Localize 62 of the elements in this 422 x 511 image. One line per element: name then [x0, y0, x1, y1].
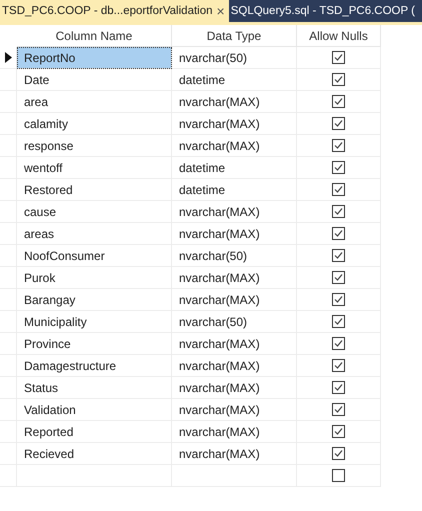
column-name-cell[interactable]: areas	[17, 223, 172, 245]
checkbox[interactable]	[332, 51, 345, 64]
data-type-cell[interactable]: nvarchar(50)	[172, 245, 297, 267]
column-name-cell[interactable]: Date	[17, 69, 172, 91]
column-name-cell[interactable]: Status	[17, 377, 172, 399]
data-type-cell[interactable]: nvarchar(MAX)	[172, 399, 297, 421]
data-type-cell[interactable]: nvarchar(MAX)	[172, 135, 297, 157]
checkbox[interactable]	[332, 73, 345, 86]
data-type-cell[interactable]: nvarchar(MAX)	[172, 201, 297, 223]
column-name-cell[interactable]: Purok	[17, 267, 172, 289]
checkbox[interactable]	[332, 227, 345, 240]
checkbox[interactable]	[332, 161, 345, 174]
column-name-cell[interactable]: NoofConsumer	[17, 245, 172, 267]
data-type-cell[interactable]: nvarchar(50)	[172, 311, 297, 333]
column-name-cell[interactable]: Damagestructure	[17, 355, 172, 377]
data-type-cell[interactable]: nvarchar(MAX)	[172, 223, 297, 245]
checkbox[interactable]	[332, 315, 345, 328]
data-type-cell[interactable]: nvarchar(MAX)	[172, 377, 297, 399]
column-name-cell[interactable]: Reported	[17, 421, 172, 443]
data-type-cell[interactable]: datetime	[172, 69, 297, 91]
document-tab[interactable]: TSD_PC6.COOP - db...eportforValidation ×	[0, 0, 229, 22]
checkbox[interactable]	[332, 447, 345, 460]
data-type-cell[interactable]: nvarchar(MAX)	[172, 421, 297, 443]
column-name-cell[interactable]: wentoff	[17, 157, 172, 179]
checkbox[interactable]	[332, 95, 345, 108]
checkbox[interactable]	[332, 469, 345, 482]
checkbox[interactable]	[332, 359, 345, 372]
data-type-cell[interactable]: nvarchar(50)	[172, 47, 297, 69]
column-name-cell[interactable]: Municipality	[17, 311, 172, 333]
checkbox[interactable]	[332, 205, 345, 218]
data-type-cell[interactable]: datetime	[172, 179, 297, 201]
data-type-cell[interactable]: datetime	[172, 157, 297, 179]
checkbox[interactable]	[332, 403, 345, 416]
data-type-cell[interactable]: nvarchar(MAX)	[172, 91, 297, 113]
column-name-cell[interactable]: Barangay	[17, 289, 172, 311]
column-name-cell[interactable]: Province	[17, 333, 172, 355]
column-header: Allow Nulls	[297, 25, 381, 47]
column-name-cell[interactable]: response	[17, 135, 172, 157]
column-name-cell[interactable]: Recieved	[17, 443, 172, 465]
checkbox[interactable]	[332, 337, 345, 350]
data-type-cell[interactable]: nvarchar(MAX)	[172, 289, 297, 311]
data-type-cell[interactable]: nvarchar(MAX)	[172, 443, 297, 465]
checkbox[interactable]	[332, 117, 345, 130]
column-name-cell[interactable]: Restored	[17, 179, 172, 201]
column-name-cell[interactable]: calamity	[17, 113, 172, 135]
column-name-cell[interactable]: cause	[17, 201, 172, 223]
checkbox[interactable]	[332, 271, 345, 284]
column-name-cell[interactable]: area	[17, 91, 172, 113]
checkbox[interactable]	[332, 183, 345, 196]
checkbox[interactable]	[332, 249, 345, 262]
checkbox[interactable]	[332, 425, 345, 438]
column-name-cell[interactable]: ReportNo	[17, 47, 172, 69]
column-name-cell[interactable]: Validation	[17, 399, 172, 421]
close-icon[interactable]: ×	[216, 3, 225, 19]
data-type-cell[interactable]: nvarchar(MAX)	[172, 267, 297, 289]
data-type-cell[interactable]: nvarchar(MAX)	[172, 113, 297, 135]
column-header: Data Type	[172, 25, 297, 47]
data-type-cell[interactable]: nvarchar(MAX)	[172, 333, 297, 355]
checkbox[interactable]	[332, 139, 345, 152]
data-type-cell[interactable]: nvarchar(MAX)	[172, 355, 297, 377]
checkbox[interactable]	[332, 293, 345, 306]
checkbox[interactable]	[332, 381, 345, 394]
